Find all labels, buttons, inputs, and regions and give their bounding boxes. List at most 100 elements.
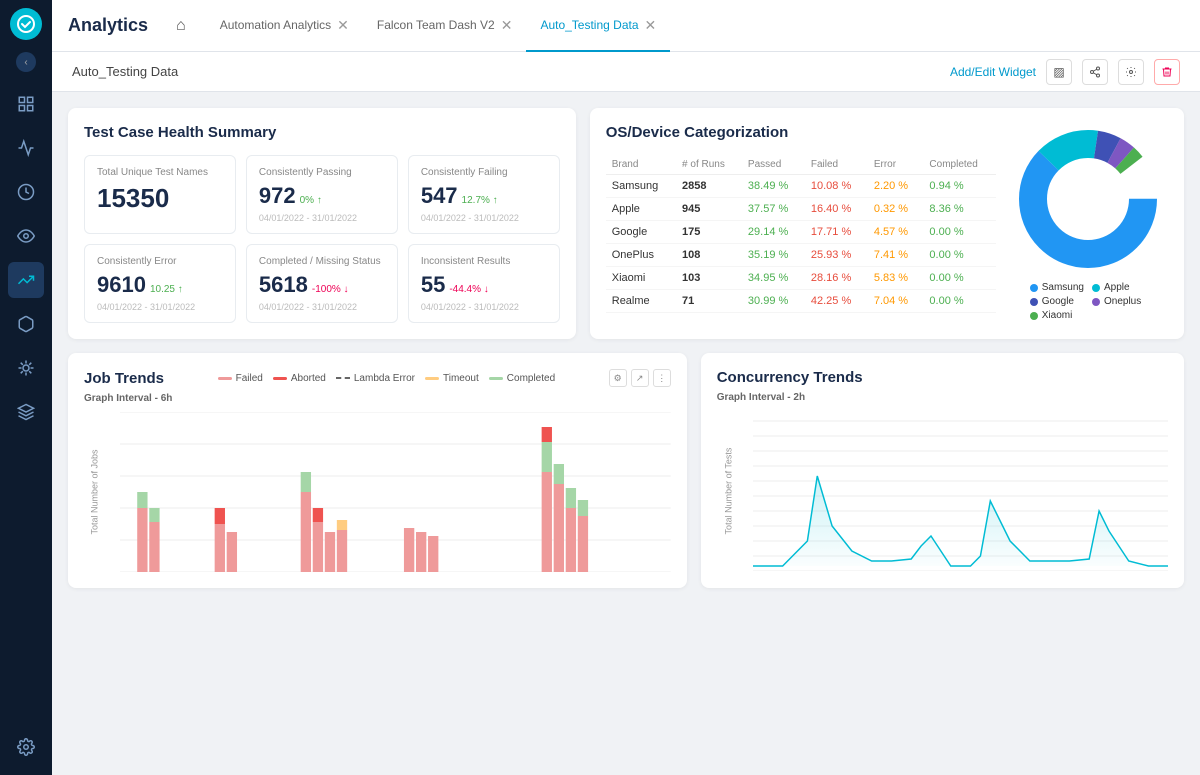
sidebar-item-bug[interactable]: [8, 350, 44, 386]
legend-item: Samsung: [1030, 282, 1084, 293]
sidebar-collapse-btn[interactable]: ‹: [16, 52, 36, 72]
delete-icon[interactable]: [1154, 59, 1180, 85]
legend-label: Apple: [1104, 282, 1130, 293]
os-chart-section: Samsung Apple Google Oneplus Xiaomi: [1008, 124, 1168, 323]
os-table-section: OS/Device Categorization Brand # of Runs…: [606, 124, 996, 323]
share-icon[interactable]: [1082, 59, 1108, 85]
health-summary-title: Test Case Health Summary: [84, 124, 560, 141]
os-table-row: Realme 71 30.99 % 42.25 % 7.04 % 0.00 %: [606, 290, 996, 313]
sidebar-item-dashboard[interactable]: [8, 86, 44, 122]
add-edit-widget-btn[interactable]: Add/Edit Widget: [950, 65, 1036, 79]
home-icon[interactable]: ⌂: [168, 13, 194, 39]
concurrency-title: Concurrency Trends: [717, 369, 863, 386]
health-consistently-passing: Consistently Passing 972 0% ↑ 04/01/2022…: [246, 155, 398, 234]
header-title: Analytics: [68, 15, 148, 36]
bottom-cards-row: Job Trends FailedAbortedLambda ErrorTime…: [68, 353, 1184, 588]
legend-label: Samsung: [1042, 282, 1084, 293]
os-table-row: Xiaomi 103 34.95 % 28.16 % 5.83 % 0.00 %: [606, 267, 996, 290]
subheader: Auto_Testing Data Add/Edit Widget ▨: [52, 52, 1200, 92]
job-legend-entry: Failed: [218, 373, 263, 384]
sidebar-item-settings[interactable]: [8, 729, 44, 765]
col-error: Error: [868, 155, 924, 175]
chart-settings-icon[interactable]: ⚙: [609, 369, 627, 387]
sidebar-item-eye[interactable]: [8, 218, 44, 254]
health-inconsistent: Inconsistent Results 55 -44.4% ↓ 04/01/2…: [408, 244, 560, 323]
tab-close-falcon[interactable]: ✕: [501, 18, 513, 32]
legend-line-icon: [489, 377, 503, 380]
job-trends-title: Job Trends: [84, 370, 164, 387]
job-y-axis-label: Total Number of Jobs: [90, 449, 100, 534]
concurrency-chart-wrap: Total Number of Tests: [717, 411, 1168, 571]
tab-auto-testing[interactable]: Auto_Testing Data ✕: [526, 0, 670, 52]
sidebar-item-clock[interactable]: [8, 174, 44, 210]
job-interval-label: Graph Interval - 6h: [84, 393, 671, 404]
legend-dash-icon: [336, 377, 350, 379]
legend-dot: [1030, 298, 1038, 306]
sidebar-item-box[interactable]: [8, 306, 44, 342]
settings-icon[interactable]: [1118, 59, 1144, 85]
legend-item: Google: [1030, 296, 1084, 307]
os-table-row: Samsung 2858 38.49 % 10.08 % 2.20 % 0.94…: [606, 175, 996, 198]
health-consistently-failing: Consistently Failing 547 12.7% ↑ 04/01/2…: [408, 155, 560, 234]
legend-label: Xiaomi: [1042, 310, 1073, 321]
tab-falcon-team[interactable]: Falcon Team Dash V2 ✕: [363, 0, 527, 52]
job-chart-wrap: Total Number of Jobs 0 4: [84, 412, 671, 572]
health-grid: Total Unique Test Names 15350 Consistent…: [84, 155, 560, 323]
tab-close-automation[interactable]: ✕: [337, 18, 349, 32]
col-completed: Completed: [923, 155, 996, 175]
donut-legend: Samsung Apple Google Oneplus Xiaomi: [1030, 282, 1147, 321]
health-consistently-error: Consistently Error 9610 10.25 ↑ 04/01/20…: [84, 244, 236, 323]
health-summary-card: Test Case Health Summary Total Unique Te…: [68, 108, 576, 339]
tab-automation-analytics[interactable]: Automation Analytics ✕: [206, 0, 363, 52]
legend-item: Apple: [1092, 282, 1146, 293]
concurrency-line-chart: 0 5 11 17 23 29 35 41 47 53 58: [753, 411, 1168, 571]
chart-action-icons: ⚙ ↗ ⋮: [609, 369, 671, 387]
chart-more-icon[interactable]: ⋮: [653, 369, 671, 387]
donut-chart: [1013, 124, 1163, 274]
health-completed-missing: Completed / Missing Status 5618 -100% ↓ …: [246, 244, 398, 323]
subheader-title: Auto_Testing Data: [72, 64, 178, 79]
job-trends-legend: FailedAbortedLambda ErrorTimeoutComplete…: [218, 373, 556, 384]
sidebar-item-analytics[interactable]: [8, 262, 44, 298]
legend-dot: [1092, 298, 1100, 306]
chart-expand-icon[interactable]: ↗: [631, 369, 649, 387]
os-title: OS/Device Categorization: [606, 124, 996, 141]
col-runs: # of Runs: [676, 155, 742, 175]
concurrency-trends-card: Concurrency Trends Graph Interval - 2h T…: [701, 353, 1184, 588]
concurrency-header: Concurrency Trends: [717, 369, 1168, 386]
legend-line-icon: [218, 377, 232, 380]
header: Analytics ⌂ Automation Analytics ✕ Falco…: [52, 0, 1200, 52]
job-trends-header: Job Trends FailedAbortedLambda ErrorTime…: [84, 369, 671, 387]
concurrency-svg: 0 5 11 17 23 29 35 41 47 53 58: [753, 411, 1168, 571]
top-cards-row: Test Case Health Summary Total Unique Te…: [68, 108, 1184, 339]
col-brand: Brand: [606, 155, 676, 175]
subheader-actions: Add/Edit Widget ▨: [950, 59, 1180, 85]
tab-bar: Automation Analytics ✕ Falcon Team Dash …: [206, 0, 671, 52]
legend-dot: [1030, 312, 1038, 320]
os-table-row: OnePlus 108 35.19 % 25.93 % 7.41 % 0.00 …: [606, 244, 996, 267]
legend-line-icon: [425, 377, 439, 380]
health-total-unique: Total Unique Test Names 15350: [84, 155, 236, 234]
os-table: Brand # of Runs Passed Failed Error Comp…: [606, 155, 996, 313]
os-table-row: Apple 945 37.57 % 16.40 % 0.32 % 8.36 %: [606, 198, 996, 221]
os-categorization-card: OS/Device Categorization Brand # of Runs…: [590, 108, 1184, 339]
os-table-row: Google 175 29.14 % 17.71 % 4.57 % 0.00 %: [606, 221, 996, 244]
sidebar-item-layers[interactable]: [8, 394, 44, 430]
col-failed: Failed: [805, 155, 868, 175]
content-area: Test Case Health Summary Total Unique Te…: [52, 92, 1200, 775]
job-legend-entry: Completed: [489, 373, 555, 384]
job-trends-card: Job Trends FailedAbortedLambda ErrorTime…: [68, 353, 687, 588]
widget-layout-icon[interactable]: ▨: [1046, 59, 1072, 85]
job-chart-svg: 0 4 8 12 16 20: [120, 412, 671, 572]
legend-label: Google: [1042, 296, 1074, 307]
concurrency-interval: Graph Interval - 2h: [717, 392, 1168, 403]
sidebar-item-activity[interactable]: [8, 130, 44, 166]
job-legend-entry: Aborted: [273, 373, 326, 384]
concurrency-y-axis: Total Number of Tests: [723, 448, 733, 535]
tab-close-auto-testing[interactable]: ✕: [645, 18, 657, 32]
legend-item: Oneplus: [1092, 296, 1146, 307]
legend-item: Xiaomi: [1030, 310, 1084, 321]
sidebar-logo: [10, 8, 42, 40]
job-bar-chart: 0 4 8 12 16 20: [120, 412, 671, 572]
legend-label: Oneplus: [1104, 296, 1141, 307]
